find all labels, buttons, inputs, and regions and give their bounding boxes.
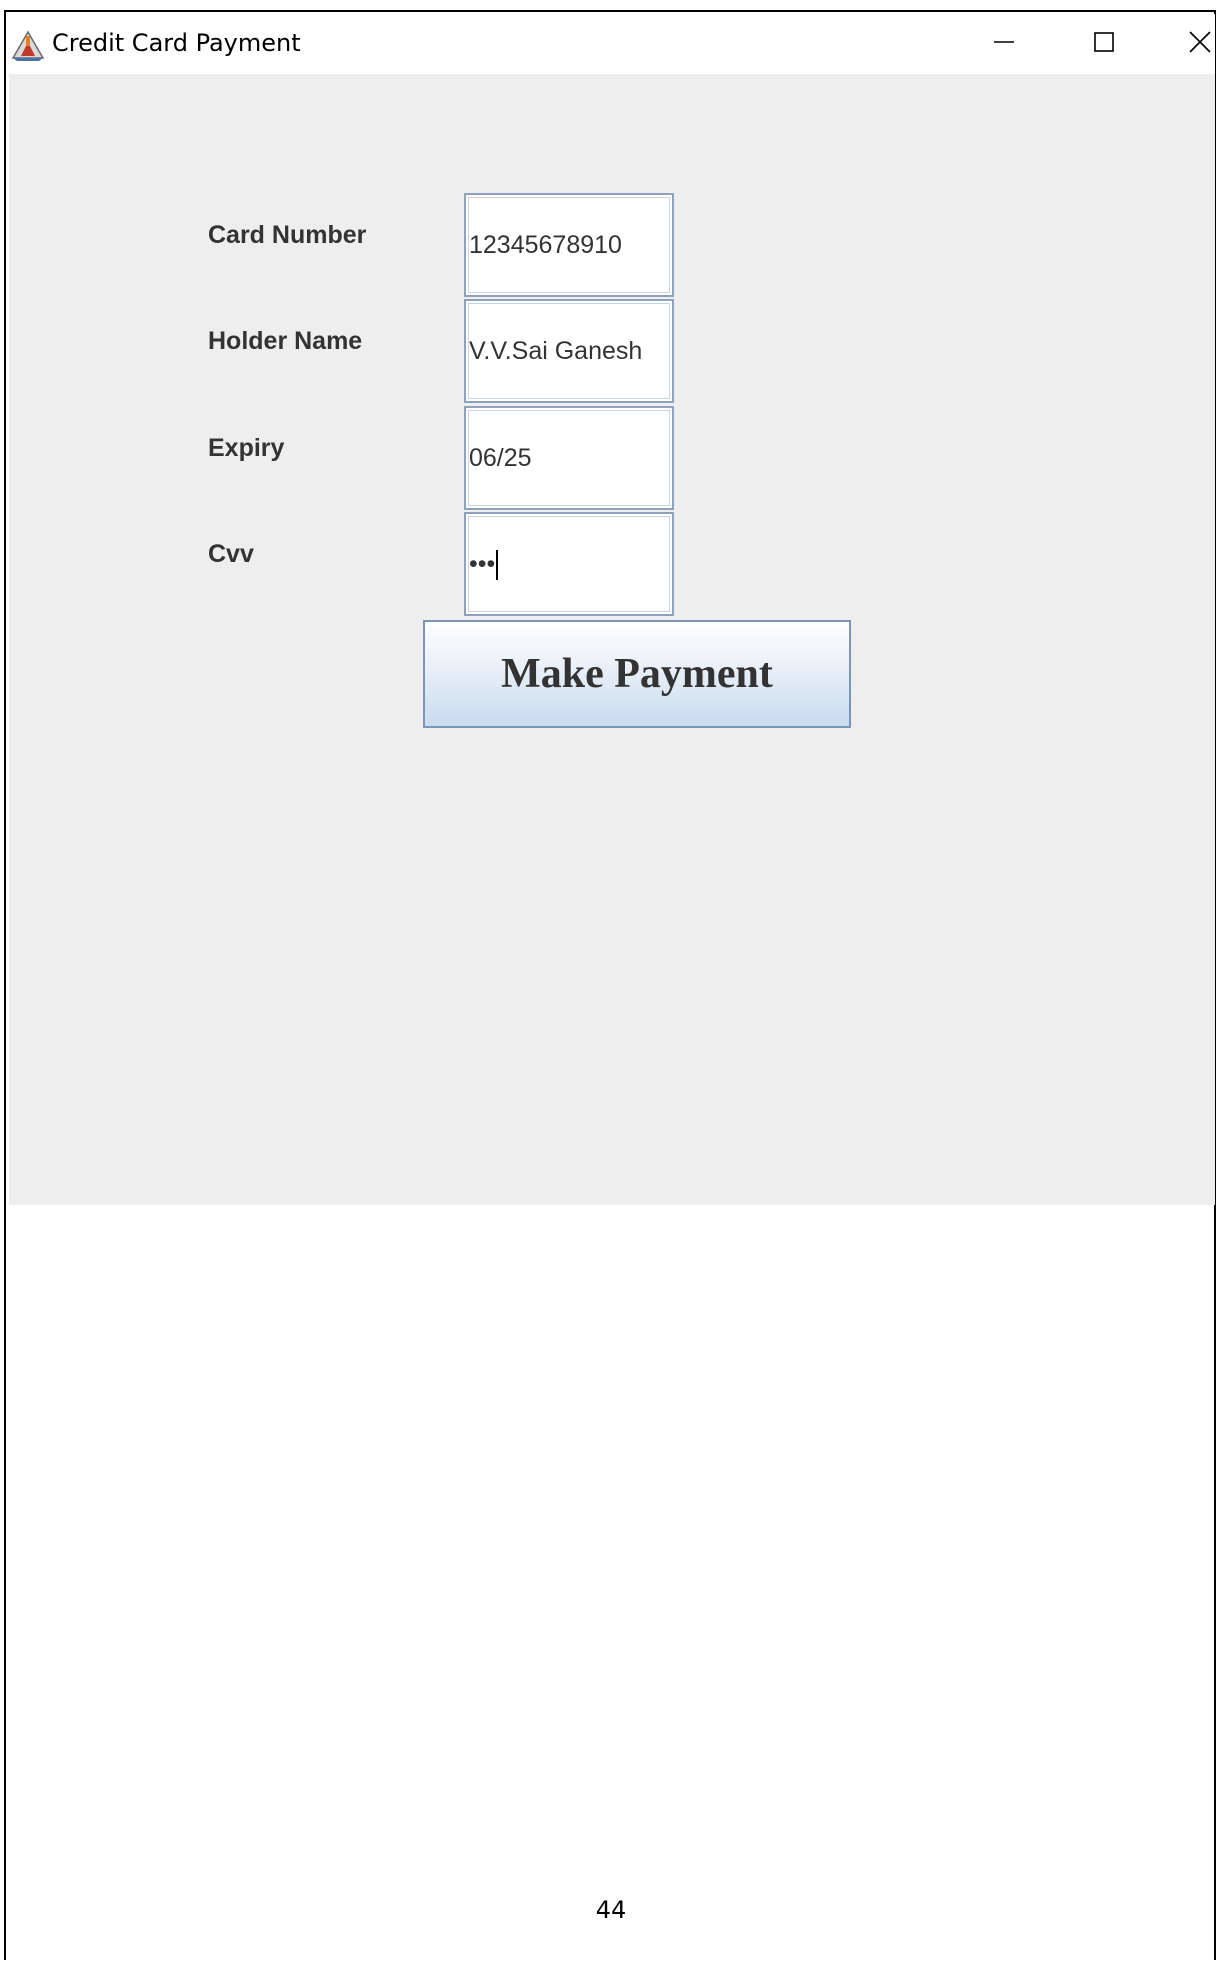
- title-bar[interactable]: Credit Card Payment: [9, 14, 1215, 74]
- card-number-label: Card Number: [208, 221, 367, 249]
- cvv-label: Cvv: [208, 540, 254, 568]
- document-page: Credit Card Payment Card Number 12345678…: [0, 0, 1222, 1962]
- java-app-icon[interactable]: [11, 28, 45, 62]
- expiry-label: Expiry: [208, 434, 285, 462]
- form-panel: Card Number 12345678910 Holder Name V.V.…: [9, 74, 1215, 1205]
- maximize-icon: [1092, 30, 1116, 59]
- window-title: Credit Card Payment: [52, 29, 301, 57]
- text-caret: [496, 550, 499, 581]
- holder-name-label: Holder Name: [208, 327, 363, 355]
- close-button[interactable]: [1155, 14, 1222, 74]
- cvv-field[interactable]: •••: [464, 512, 674, 616]
- expiry-field[interactable]: 06/25: [464, 406, 674, 510]
- page-number: 44: [595, 1896, 627, 1924]
- minimize-icon: [992, 30, 1016, 59]
- card-number-field[interactable]: 12345678910: [464, 193, 674, 297]
- cvv-masked-value: •••: [469, 550, 496, 578]
- app-window: Credit Card Payment Card Number 12345678…: [9, 14, 1215, 1205]
- minimize-button[interactable]: [959, 14, 1049, 74]
- holder-name-field[interactable]: V.V.Sai Ganesh: [464, 299, 674, 403]
- maximize-button[interactable]: [1059, 14, 1149, 74]
- make-payment-button[interactable]: Make Payment: [423, 620, 851, 728]
- close-icon: [1187, 29, 1213, 60]
